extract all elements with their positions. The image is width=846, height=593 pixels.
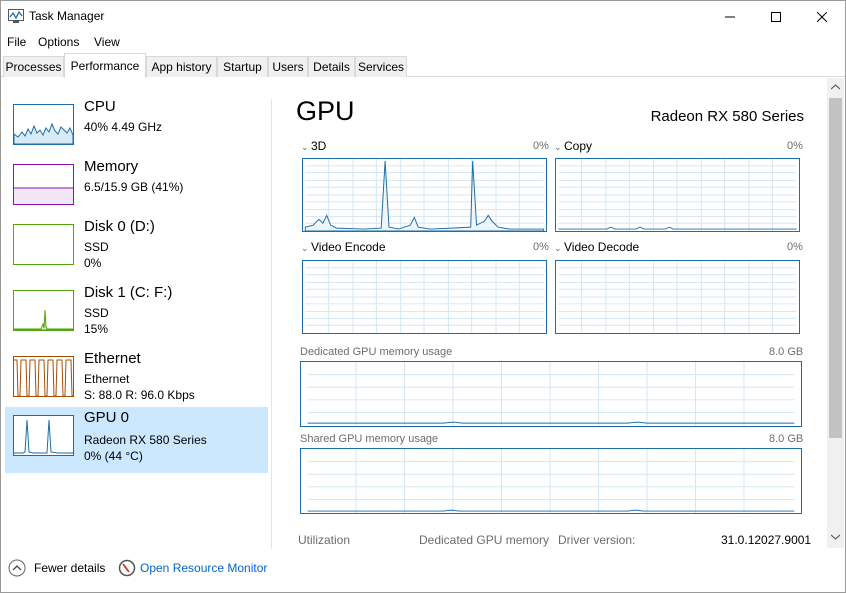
dedicated-memory-max: 8.0 GB xyxy=(769,346,804,358)
tab-app-history[interactable]: App history xyxy=(146,56,217,77)
disk1-usage: 15% xyxy=(84,322,109,336)
ethernet-throughput: S: 88.0 R: 96.0 Kbps xyxy=(84,388,195,402)
sidebar-item-disk1[interactable]: Disk 1 (C: F:) SSD 15% xyxy=(5,282,268,348)
fewer-details-button[interactable]: Fewer details xyxy=(34,561,105,575)
dedicated-memory-label: Dedicated GPU memory usage xyxy=(300,346,453,358)
disk1-label: Disk 1 (C: F:) xyxy=(84,284,173,301)
disk0-thumbnail-graph xyxy=(13,224,74,265)
scrollbar-thumb[interactable] xyxy=(829,98,842,438)
engine-3d-label: 3D xyxy=(311,139,327,153)
collapse-chevron-icon[interactable] xyxy=(8,559,26,577)
performance-sidebar: CPU 40% 4.49 GHz Memory 6.5/15.9 GB (41%… xyxy=(1,78,271,548)
footer: Fewer details Open Resource Monitor xyxy=(1,549,845,593)
disk0-usage: 0% xyxy=(84,256,102,270)
ethernet-thumbnail-graph xyxy=(13,356,74,397)
engine-video-decode-label: Video Decode xyxy=(564,240,640,254)
cpu-label: CPU xyxy=(84,98,116,115)
minimize-icon xyxy=(725,16,735,17)
tab-services[interactable]: Services xyxy=(355,56,407,77)
chevron-down-icon: ⌄ xyxy=(554,243,562,253)
scroll-up-icon[interactable] xyxy=(831,84,840,90)
window-title: Task Manager xyxy=(29,9,105,23)
engine-copy-value: 0% xyxy=(787,140,803,152)
task-manager-window: Task Manager File Options View Processes… xyxy=(0,0,846,593)
scroll-down-icon[interactable] xyxy=(831,534,840,540)
cpu-thumbnail-graph xyxy=(13,104,74,145)
tab-details[interactable]: Details xyxy=(308,56,355,77)
menu-options[interactable]: Options xyxy=(38,35,79,49)
memory-usage: 6.5/15.9 GB (41%) xyxy=(84,180,184,194)
disk1-type: SSD xyxy=(84,306,109,320)
shared-memory-graph xyxy=(300,448,802,514)
ethernet-label: Ethernet xyxy=(84,350,141,367)
cpu-usage: 40% 4.49 GHz xyxy=(84,120,163,134)
memory-label: Memory xyxy=(84,158,139,175)
chevron-down-icon: ⌄ xyxy=(554,142,562,152)
sidebar-item-ethernet[interactable]: Ethernet Ethernet S: 88.0 R: 96.0 Kbps xyxy=(5,348,268,414)
gpu-model-name: Radeon RX 580 Series xyxy=(650,108,804,125)
page-title: GPU xyxy=(296,96,355,126)
engine-copy-graph xyxy=(555,158,800,232)
dedicated-memory-graph xyxy=(300,361,802,427)
chevron-down-icon: ⌄ xyxy=(301,142,309,152)
engine-video-encode-graph xyxy=(302,260,547,334)
vertical-scrollbar[interactable] xyxy=(827,78,844,548)
gpu-usage-temp: 0% (44 °C) xyxy=(84,449,143,463)
sidebar-item-disk0[interactable]: Disk 0 (D:) SSD 0% xyxy=(5,216,268,282)
chevron-down-icon: ⌄ xyxy=(301,243,309,253)
ethernet-adapter: Ethernet xyxy=(84,372,130,386)
engine-3d-value: 0% xyxy=(533,140,549,152)
engine-3d-graph xyxy=(302,158,547,232)
tab-startup[interactable]: Startup xyxy=(217,56,268,77)
engine-video-encode-label: Video Encode xyxy=(311,240,386,254)
close-icon xyxy=(817,11,827,22)
memory-thumbnail-graph xyxy=(13,164,74,205)
gpu-detail-panel: GPU Radeon RX 580 Series ⌄ 3D 0% ⌄ Copy 0%… xyxy=(281,78,826,548)
shared-memory-label: Shared GPU memory usage xyxy=(300,433,439,445)
menu-view[interactable]: View xyxy=(94,35,120,49)
utilization-label: Utilization xyxy=(298,533,351,547)
sidebar-item-cpu[interactable]: CPU 40% 4.49 GHz xyxy=(5,96,268,162)
close-button[interactable] xyxy=(799,1,845,32)
gpu-label: GPU 0 xyxy=(84,409,130,426)
dedicated-gpu-memory-label: Dedicated GPU memory xyxy=(419,533,550,547)
engine-copy-selector[interactable]: ⌄ Copy xyxy=(554,139,592,153)
driver-version-value: 31.0.12027.9001 xyxy=(721,533,812,547)
disk1-thumbnail-graph xyxy=(13,290,74,331)
driver-version-label: Driver version: xyxy=(558,533,636,547)
engine-video-encode-selector[interactable]: ⌄ Video Encode xyxy=(301,240,386,254)
engine-video-encode-value: 0% xyxy=(533,241,549,253)
gpu-thumbnail-graph xyxy=(13,415,74,456)
engine-3d-selector[interactable]: ⌄ 3D xyxy=(301,139,326,153)
resource-monitor-icon xyxy=(118,559,136,577)
tab-processes[interactable]: Processes xyxy=(3,56,64,77)
tab-users[interactable]: Users xyxy=(268,56,308,77)
sidebar-divider xyxy=(271,99,272,549)
minimize-button[interactable] xyxy=(707,1,753,32)
engine-copy-label: Copy xyxy=(564,139,593,153)
disk0-type: SSD xyxy=(84,240,109,254)
sidebar-item-gpu[interactable]: GPU 0 Radeon RX 580 Series 0% (44 °C) xyxy=(5,407,268,473)
engine-video-decode-graph xyxy=(555,260,800,334)
gpu-model-small: Radeon RX 580 Series xyxy=(84,433,207,447)
maximize-button[interactable] xyxy=(753,1,799,32)
title-bar[interactable]: Task Manager xyxy=(1,1,845,32)
shared-memory-max: 8.0 GB xyxy=(769,433,804,445)
engine-video-decode-value: 0% xyxy=(787,241,803,253)
menu-bar: File Options View xyxy=(1,32,845,52)
menu-file[interactable]: File xyxy=(7,35,26,49)
maximize-icon xyxy=(771,11,781,22)
tab-bar: Processes Performance App history Startu… xyxy=(1,53,845,78)
sidebar-item-memory[interactable]: Memory 6.5/15.9 GB (41%) xyxy=(5,156,268,222)
open-resource-monitor-link[interactable]: Open Resource Monitor xyxy=(140,561,267,575)
engine-video-decode-selector[interactable]: ⌄ Video Decode xyxy=(554,240,639,254)
tab-performance[interactable]: Performance xyxy=(64,53,146,78)
task-manager-app-icon xyxy=(8,9,24,23)
disk0-label: Disk 0 (D:) xyxy=(84,218,155,235)
